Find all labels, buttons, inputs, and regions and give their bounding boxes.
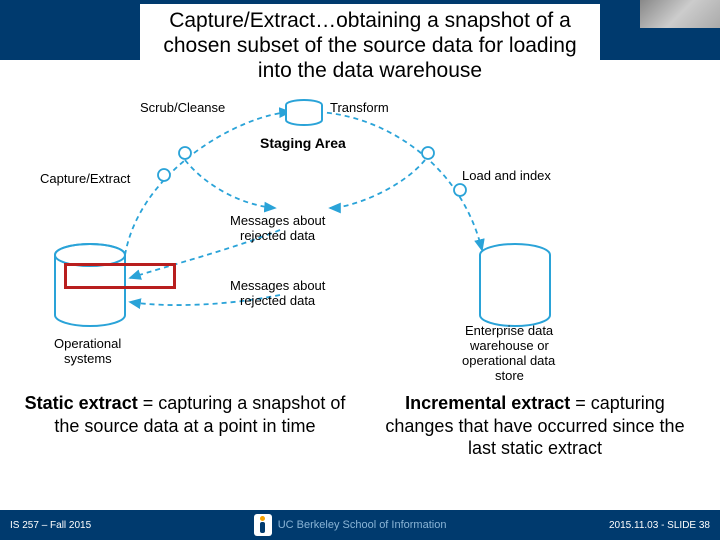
load-label-1: Load and index: [462, 168, 551, 183]
opsys1: Operational: [54, 336, 121, 351]
msg2b: rejected data: [240, 293, 316, 308]
static-bold: Static extract: [25, 393, 138, 413]
incr-bold: Incremental extract: [405, 393, 570, 413]
edw3: operational data: [462, 353, 556, 368]
footer-center-text: UC Berkeley School of Information: [278, 519, 447, 531]
msg1a: Messages about: [230, 213, 326, 228]
ischool-logo-icon: [254, 514, 272, 536]
edw2: warehouse or: [469, 338, 549, 353]
footer-bar: IS 257 – Fall 2015 UC Berkeley School of…: [0, 510, 720, 540]
enterprise-dw-cylinder: [480, 244, 550, 326]
opsys2: systems: [64, 351, 112, 366]
capture-highlight: [64, 263, 176, 289]
incremental-extract-def: Incremental extract = capturing changes …: [370, 392, 700, 460]
msg1b: rejected data: [240, 228, 316, 243]
static-extract-def: Static extract = capturing a snapshot of…: [20, 392, 350, 460]
definitions-row: Static extract = capturing a snapshot of…: [0, 392, 720, 460]
capture-label: Capture/Extract: [40, 171, 131, 186]
staging-label: Staging Area: [260, 135, 346, 151]
edw1: Enterprise data: [465, 323, 554, 338]
msg2a: Messages about: [230, 278, 326, 293]
footer-right: 2015.11.03 - SLIDE 38: [609, 520, 710, 531]
footer-left: IS 257 – Fall 2015: [10, 520, 91, 531]
flow-svg: Scrub/Cleanse Transform Staging Area Cap…: [30, 90, 590, 380]
edw4: store: [495, 368, 524, 380]
transform-label: Transform: [330, 100, 389, 115]
footer-center: UC Berkeley School of Information: [254, 514, 447, 536]
etl-diagram: Scrub/Cleanse Transform Staging Area Cap…: [30, 90, 590, 380]
slide-title: Capture/Extract…obtaining a snapshot of …: [140, 4, 600, 92]
corner-photo: [640, 0, 720, 28]
staging-cylinder: [286, 100, 322, 125]
scrub-label: Scrub/Cleanse: [140, 100, 225, 115]
